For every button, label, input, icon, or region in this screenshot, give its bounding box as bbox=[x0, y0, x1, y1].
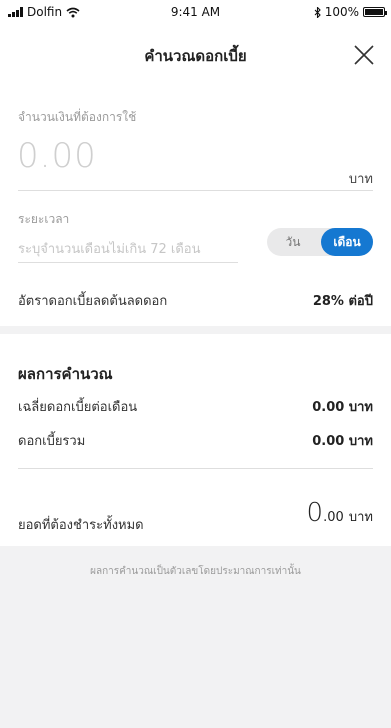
total-payment-value: 0.00 บาท bbox=[307, 498, 373, 528]
total-integer: 0 bbox=[306, 498, 324, 528]
period-toggle[interactable]: วัน เดือน bbox=[267, 228, 373, 256]
total-decimal: .00 bbox=[323, 510, 344, 525]
total-payment-label: ยอดที่ต้องชำระทั้งหมด bbox=[18, 518, 144, 533]
period-underline bbox=[18, 262, 238, 263]
amount-label: จำนวนเงินที่ต้องการใช้ bbox=[18, 110, 137, 124]
battery-group: 100% bbox=[314, 5, 387, 19]
total-unit: บาท bbox=[348, 510, 373, 525]
toggle-month[interactable]: เดือน bbox=[321, 228, 373, 256]
battery-percent: 100% bbox=[324, 5, 359, 19]
status-bar: Dolfin 9:41 AM 100% bbox=[0, 0, 391, 24]
result-divider bbox=[18, 468, 373, 469]
bluetooth-icon bbox=[314, 6, 321, 18]
total-interest-label: ดอกเบี้ยรวม bbox=[18, 434, 86, 449]
amount-input[interactable]: 0.00 bbox=[17, 136, 97, 176]
amount-unit: บาท bbox=[348, 172, 373, 187]
amount-underline bbox=[18, 190, 373, 191]
result-section: ผลการคำนวณ เฉลี่ยดอกเบี้ยต่อเดือน 0.00 บ… bbox=[0, 334, 391, 546]
battery-icon bbox=[363, 7, 387, 17]
nav-header: คำนวณดอกเบี้ย bbox=[0, 24, 391, 94]
result-title: ผลการคำนวณ bbox=[18, 365, 113, 383]
period-label: ระยะเวลา bbox=[18, 212, 70, 226]
monthly-interest-value: 0.00 บาท bbox=[312, 400, 373, 415]
calculator-form: จำนวนเงินที่ต้องการใช้ 0.00 บาท ระยะเวลา… bbox=[0, 94, 391, 326]
monthly-interest-label: เฉลี่ยดอกเบี้ยต่อเดือน bbox=[18, 400, 138, 415]
toggle-day[interactable]: วัน bbox=[267, 228, 319, 256]
disclaimer-note: ผลการคำนวณเป็นตัวเลขโดยประมาณการเท่านั้น bbox=[90, 566, 301, 577]
rate-label: อัตราดอกเบี้ยลดต้นลดดอก bbox=[18, 294, 168, 309]
rate-value: 28% ต่อปี bbox=[312, 294, 373, 309]
total-interest-value: 0.00 บาท bbox=[312, 434, 373, 449]
period-input[interactable]: ระบุจำนวนเดือนไม่เกิน 72 เดือน bbox=[18, 238, 200, 259]
page-title: คำนวณดอกเบี้ย bbox=[144, 47, 247, 65]
close-icon[interactable] bbox=[353, 44, 375, 66]
